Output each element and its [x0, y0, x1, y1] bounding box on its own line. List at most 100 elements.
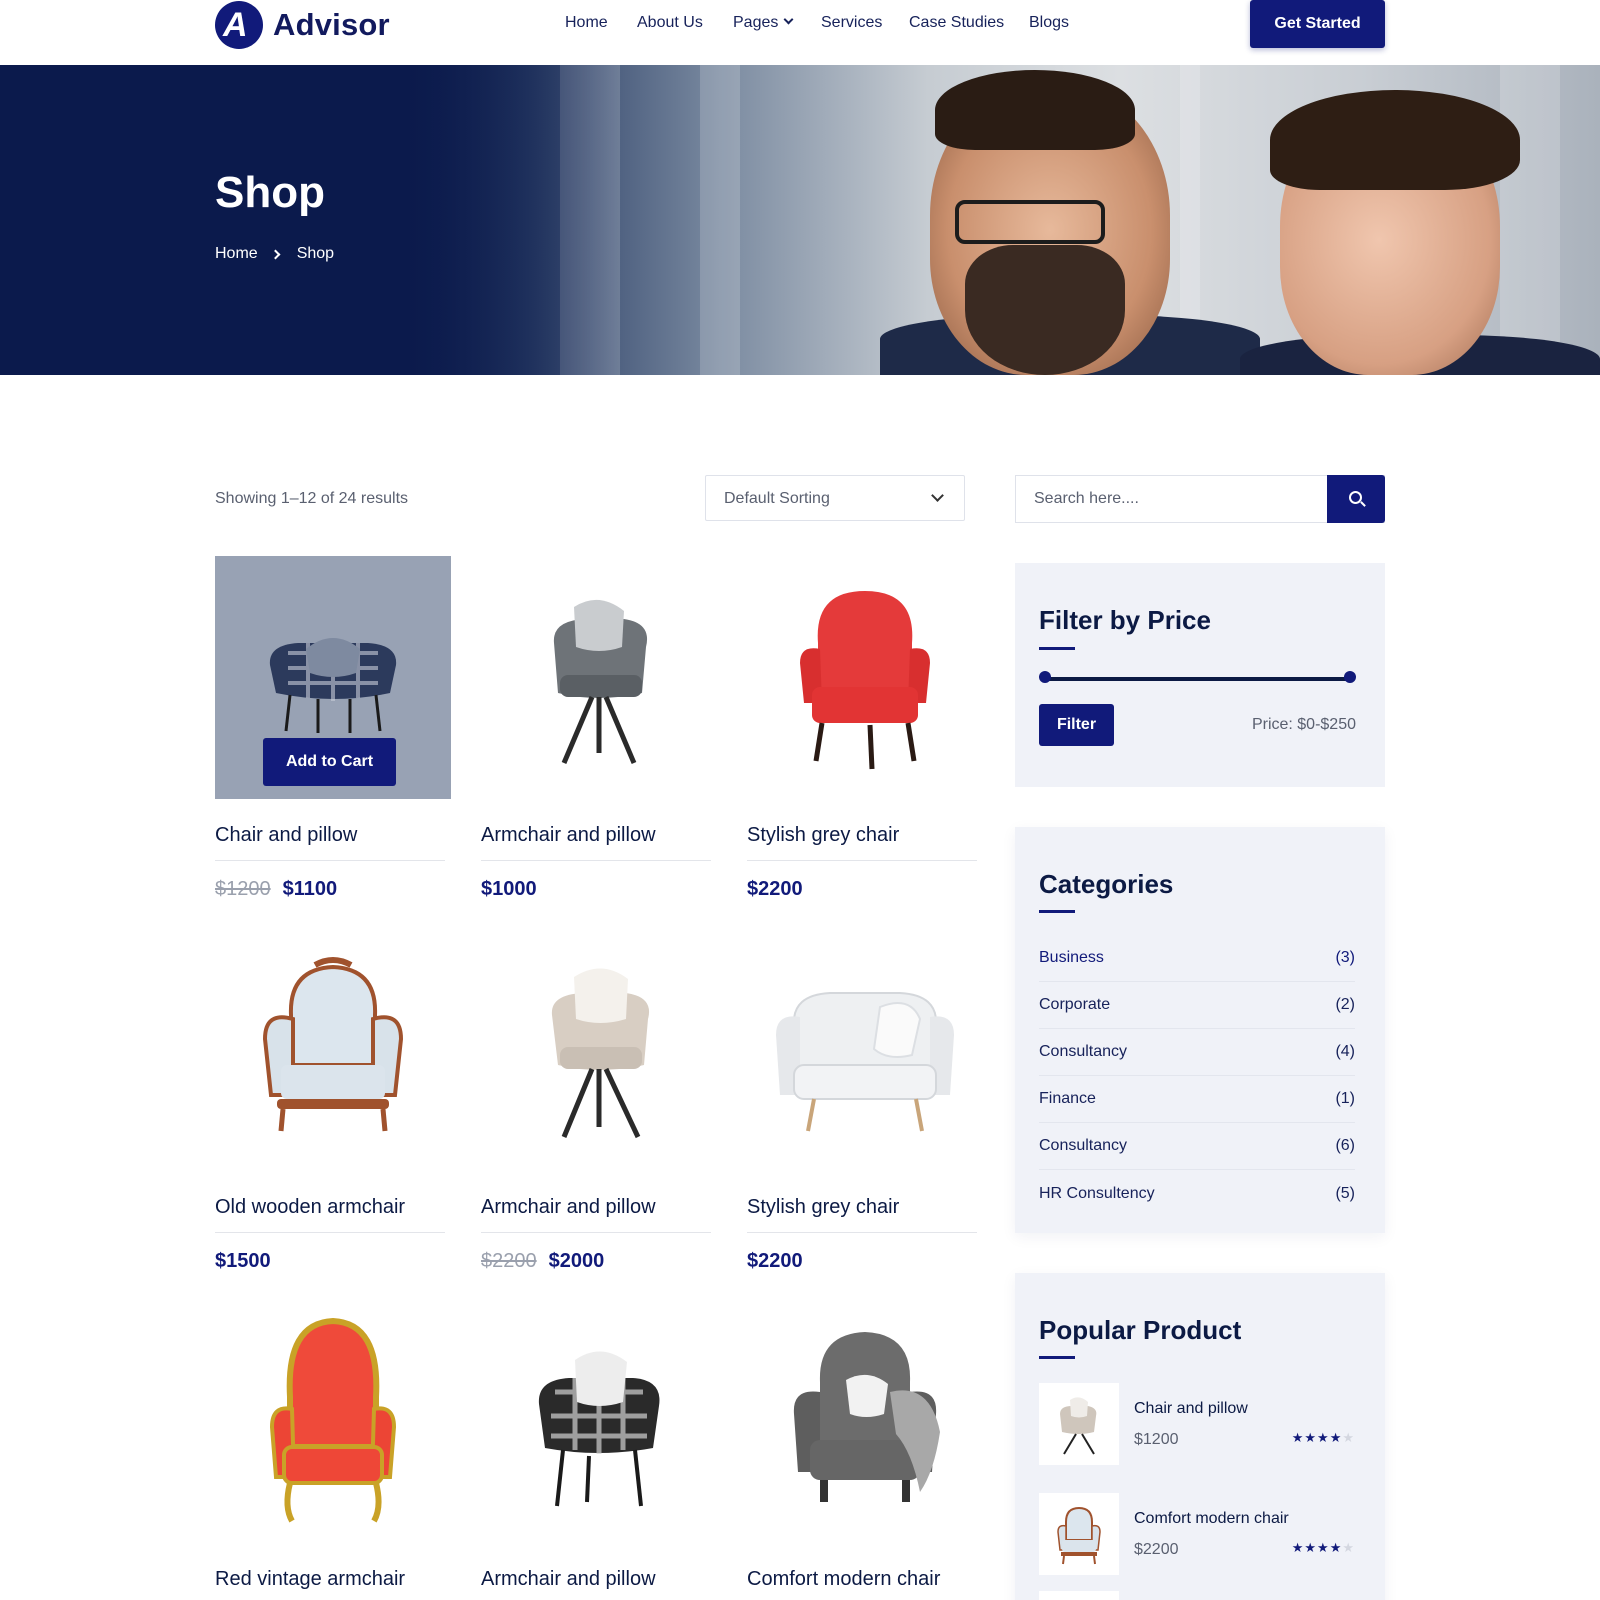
product-image[interactable]: Add to Cart: [215, 556, 451, 799]
popular-product-item[interactable]: Chair and pillow $1200 ★★★★★: [1039, 1383, 1355, 1465]
armchair-image: [1060, 1397, 1097, 1455]
widget-title: Categories: [1039, 869, 1174, 899]
logo-a-icon: A: [215, 1, 263, 49]
nav-about-us[interactable]: About Us: [637, 14, 703, 32]
product-name[interactable]: Chair and pillow: [215, 824, 445, 861]
category-name: Finance: [1039, 1090, 1096, 1107]
product-name[interactable]: Armchair and pillow: [481, 1196, 711, 1233]
star-icon: ★: [1304, 1431, 1318, 1446]
category-name: HR Consultency: [1039, 1184, 1155, 1202]
product-price: $1000: [481, 878, 537, 901]
popular-products-widget: Popular Product Chair and pillow $1200 ★…: [1015, 1273, 1385, 1600]
product-card[interactable]: Armchair and pillow: [481, 1300, 717, 1590]
product-image[interactable]: [215, 1300, 451, 1543]
category-count: (4): [1335, 1043, 1355, 1060]
popular-product-name[interactable]: Comfort modern chair: [1134, 1510, 1289, 1528]
search-input[interactable]: [1016, 476, 1328, 522]
category-item[interactable]: Finance (1): [1039, 1076, 1355, 1123]
category-name: Corporate: [1039, 996, 1111, 1013]
product-current-price: $1000: [481, 878, 537, 900]
hero-banner: Shop Home Shop: [0, 65, 1600, 375]
product-card[interactable]: Armchair and pillow $2200 $2000: [481, 928, 717, 1272]
categories-widget: Categories Business (3) Corporate (2) Co…: [1015, 827, 1385, 1233]
price-range-min-handle[interactable]: [1039, 671, 1051, 683]
category-item[interactable]: HR Consultency (5): [1039, 1170, 1355, 1217]
popular-product-item[interactable]: Comfort modern chair $2200 ★★★★★: [1039, 1493, 1355, 1575]
product-name[interactable]: Stylish grey chair: [747, 1196, 977, 1233]
product-card[interactable]: Old wooden armchair $1500: [215, 928, 451, 1272]
popular-product-thumb[interactable]: [1039, 1493, 1119, 1575]
product-name[interactable]: Old wooden armchair: [215, 1196, 445, 1233]
category-item[interactable]: Consultancy (4): [1039, 1029, 1355, 1076]
nav-pages[interactable]: Pages: [733, 14, 794, 32]
category-item[interactable]: Corporate (2): [1039, 982, 1355, 1029]
widget-title: Popular Product: [1039, 1315, 1242, 1345]
price-range-track[interactable]: [1045, 677, 1349, 681]
product-card[interactable]: Stylish grey chair $2200: [747, 556, 983, 900]
star-icon: ★: [1291, 1431, 1305, 1446]
page-title: Shop: [215, 168, 325, 217]
armchair-image: [553, 599, 648, 764]
product-image[interactable]: [747, 556, 983, 799]
category-name: Consultancy: [1039, 1043, 1128, 1060]
rating-stars: ★★★★★: [1292, 1541, 1355, 1556]
nav-home[interactable]: Home: [565, 14, 608, 32]
popular-product-price: $2200: [1134, 1541, 1179, 1558]
star-icon: ★: [1317, 1541, 1330, 1556]
breadcrumb-current: Shop: [296, 245, 335, 262]
product-card[interactable]: Add to Cart Chair and pillow $1200 $1100: [215, 556, 451, 900]
nav-case-studies[interactable]: Case Studies: [909, 14, 1004, 32]
search-button[interactable]: [1327, 475, 1385, 523]
category-name: Business: [1039, 949, 1104, 966]
product-image[interactable]: [215, 928, 451, 1171]
product-image[interactable]: [481, 928, 717, 1171]
price-range-max-handle[interactable]: [1344, 671, 1356, 683]
chevron-right-icon: [270, 249, 281, 259]
product-name[interactable]: Armchair and pillow: [481, 1568, 711, 1600]
armchair-image: [1057, 1506, 1101, 1565]
popular-product-thumb[interactable]: [1039, 1591, 1119, 1600]
product-name[interactable]: Stylish grey chair: [747, 824, 977, 861]
category-count: (3): [1335, 949, 1355, 966]
star-icon: ★: [1342, 1431, 1355, 1446]
product-card[interactable]: Armchair and pillow $1000: [481, 556, 717, 900]
product-current-price: $1500: [215, 1250, 271, 1272]
breadcrumb-home[interactable]: Home: [215, 245, 258, 263]
armchair-image: [269, 1317, 397, 1522]
add-to-cart-button[interactable]: Add to Cart: [263, 738, 396, 786]
product-card[interactable]: Stylish grey chair $2200: [747, 928, 983, 1272]
popular-product-thumb[interactable]: [1039, 1383, 1119, 1465]
nav-blogs[interactable]: Blogs: [1029, 14, 1069, 32]
product-image[interactable]: [481, 1300, 717, 1543]
product-card[interactable]: Red vintage armchair: [215, 1300, 451, 1590]
popular-product-name[interactable]: Chair and pillow: [1134, 1400, 1248, 1418]
popular-product-item[interactable]: [1039, 1591, 1355, 1600]
armchair-image: [776, 991, 954, 1131]
product-old-price: $2200: [481, 1250, 537, 1272]
category-item[interactable]: Business (3): [1039, 935, 1355, 982]
product-card[interactable]: Comfort modern chair: [747, 1300, 983, 1590]
product-name[interactable]: Comfort modern chair: [747, 1568, 977, 1600]
product-old-price: $1200: [215, 878, 271, 900]
product-price: $1200 $1100: [215, 878, 337, 901]
product-price: $2200: [747, 878, 803, 901]
product-name[interactable]: Red vintage armchair: [215, 1568, 445, 1600]
product-image[interactable]: [747, 1300, 983, 1543]
product-image[interactable]: [747, 928, 983, 1171]
logo[interactable]: A Advisor: [215, 0, 390, 50]
star-icon: ★: [1329, 1541, 1343, 1556]
category-item[interactable]: Consultancy (6): [1039, 1123, 1355, 1170]
nav-pages-label: Pages: [733, 14, 779, 31]
site-header: A Advisor Home About Us Pages Services C…: [0, 0, 1600, 64]
armchair-image: [538, 1350, 660, 1506]
nav-services[interactable]: Services: [821, 14, 882, 32]
filter-button[interactable]: Filter: [1039, 704, 1114, 746]
product-image[interactable]: [481, 556, 717, 799]
sort-select[interactable]: Default Sorting: [705, 475, 965, 521]
product-current-price: $2200: [747, 1250, 803, 1272]
star-icon: ★: [1329, 1431, 1343, 1446]
get-started-button[interactable]: Get Started: [1250, 0, 1385, 48]
product-name[interactable]: Armchair and pillow: [481, 824, 711, 861]
search-box: [1015, 475, 1385, 523]
results-count: Showing 1–12 of 24 results: [215, 490, 409, 507]
